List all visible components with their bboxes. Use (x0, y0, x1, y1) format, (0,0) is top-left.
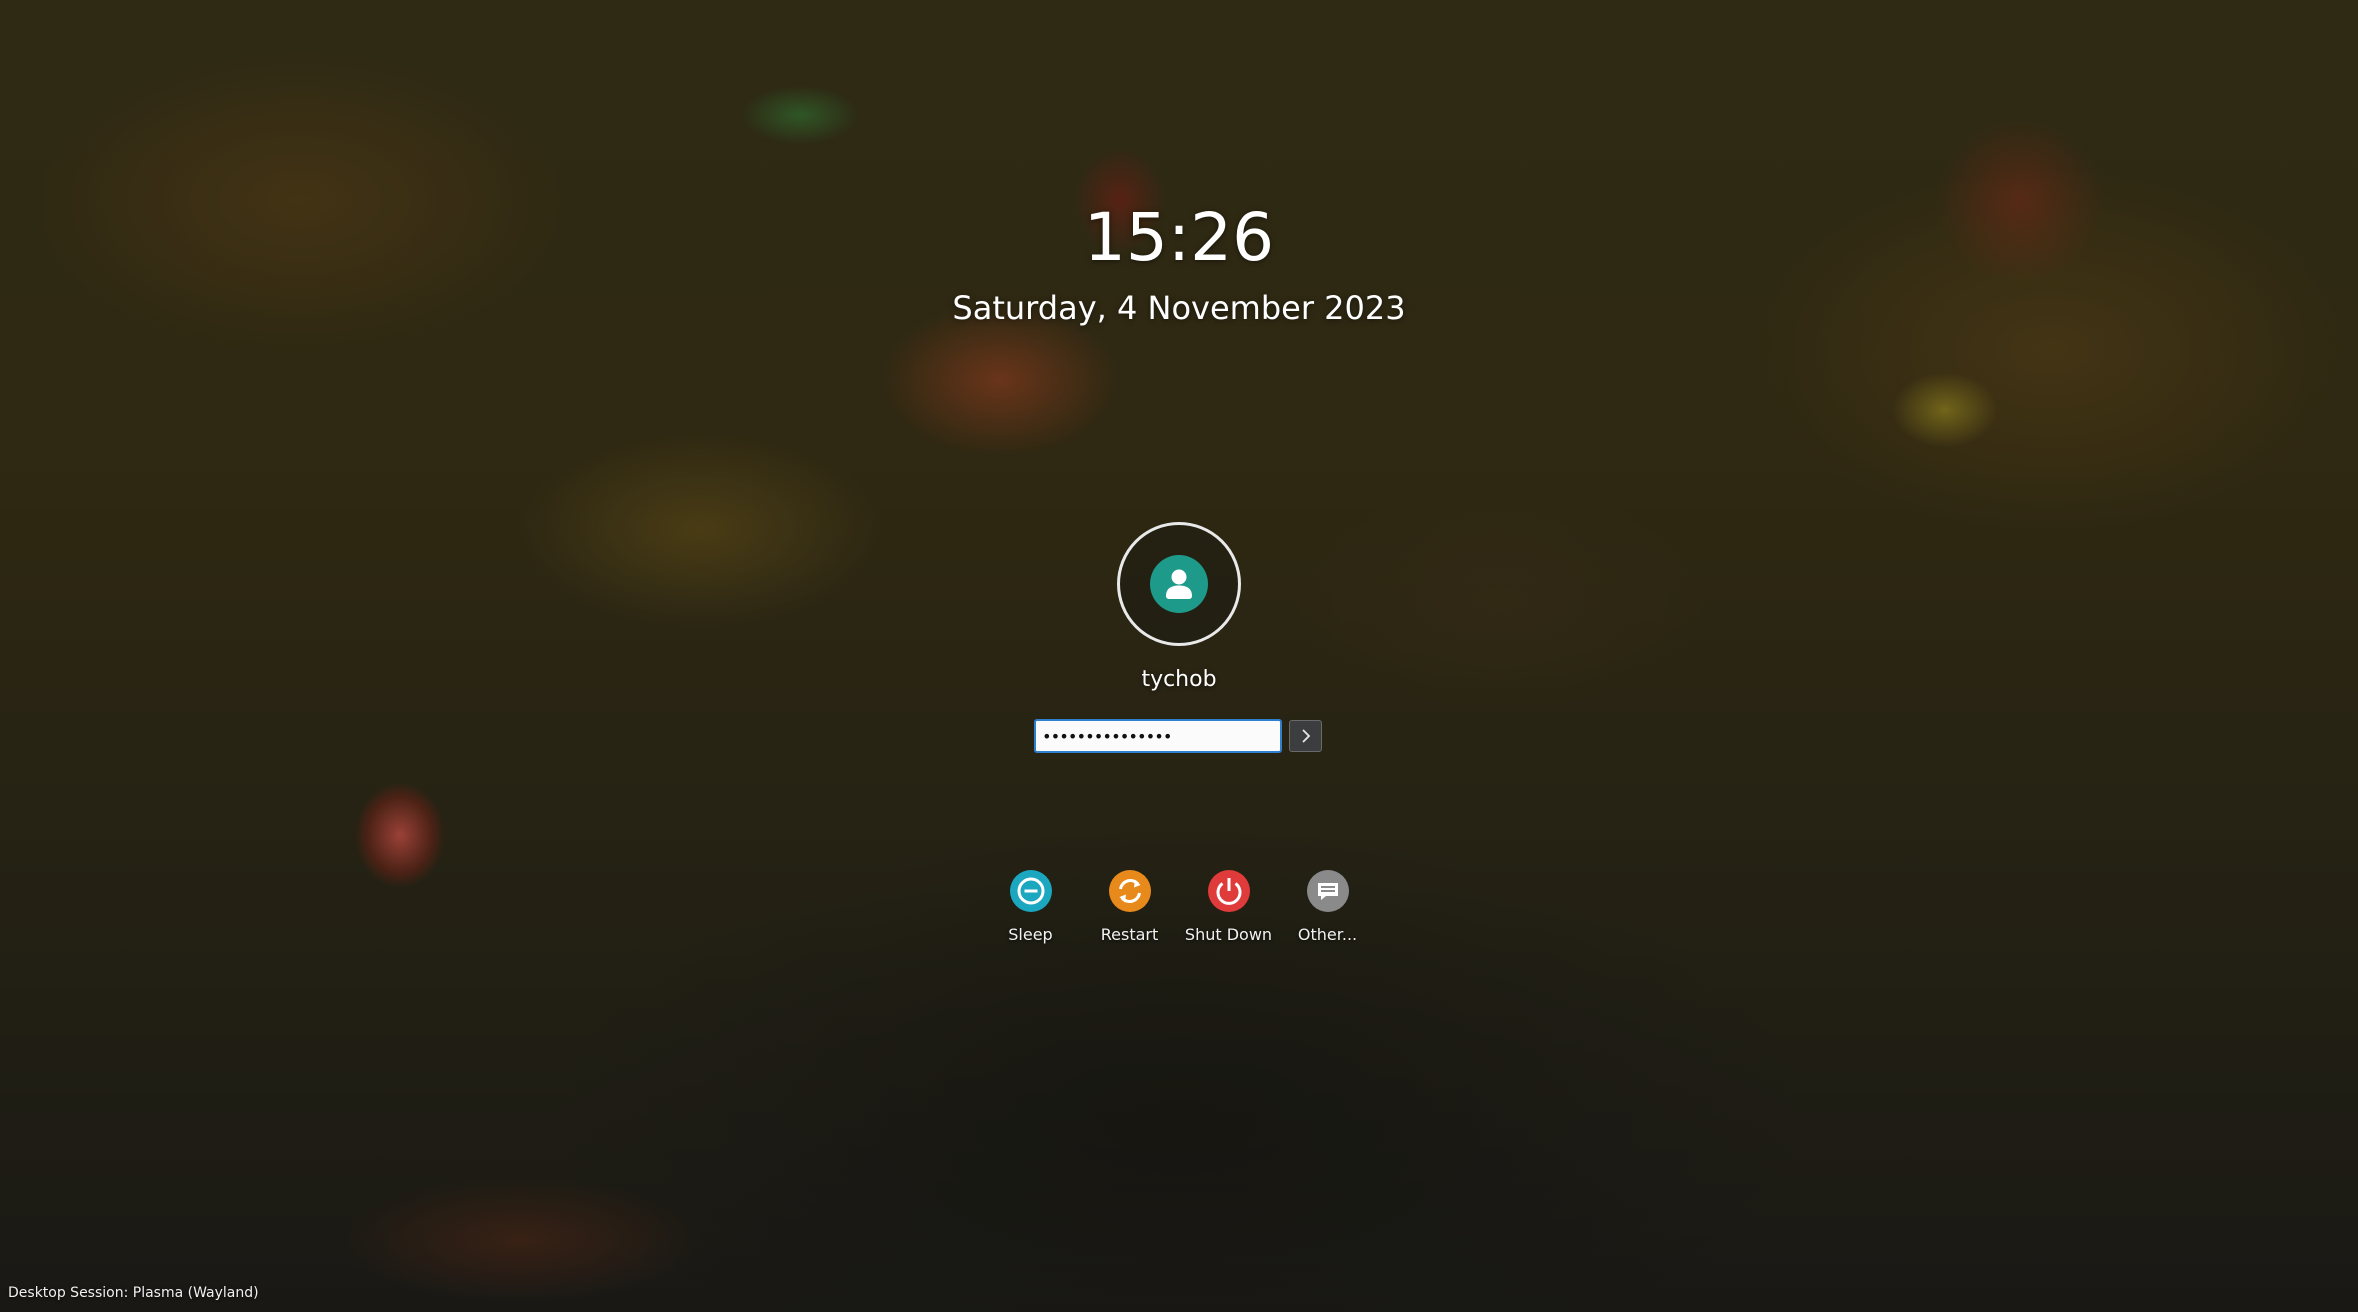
other-button[interactable]: Other... (1278, 868, 1377, 946)
session-indicator[interactable]: Desktop Session: Plasma (Wayland) (8, 1283, 259, 1303)
sleep-label: Sleep (1008, 925, 1053, 944)
clock-time: 15:26 (1083, 199, 1275, 276)
shut-down-button[interactable]: Shut Down (1179, 868, 1278, 946)
restart-button[interactable]: Restart (1080, 868, 1179, 946)
shut-down-label: Shut Down (1184, 925, 1273, 944)
lock-screen: 15:26 Saturday, 4 November 2023 tychob S… (0, 0, 2358, 1312)
avatar[interactable] (1117, 522, 1241, 646)
clock-date: Saturday, 4 November 2023 (952, 289, 1406, 327)
power-actions: Sleep Restart Shut Down Other... (0, 868, 2358, 946)
user-avatar-icon (1150, 555, 1208, 613)
sleep-icon (1008, 868, 1054, 914)
clock-block: 15:26 Saturday, 4 November 2023 (0, 190, 2358, 330)
other-label: Other... (1297, 925, 1358, 944)
menu-icon (1305, 868, 1351, 914)
username-label: tychob (1141, 667, 1217, 692)
power-icon (1206, 868, 1252, 914)
sleep-button[interactable]: Sleep (981, 868, 1080, 946)
restart-icon (1107, 868, 1153, 914)
password-field[interactable] (1034, 719, 1282, 753)
chevron-right-icon (1301, 729, 1310, 743)
restart-label: Restart (1100, 925, 1159, 944)
login-button[interactable] (1289, 720, 1322, 752)
